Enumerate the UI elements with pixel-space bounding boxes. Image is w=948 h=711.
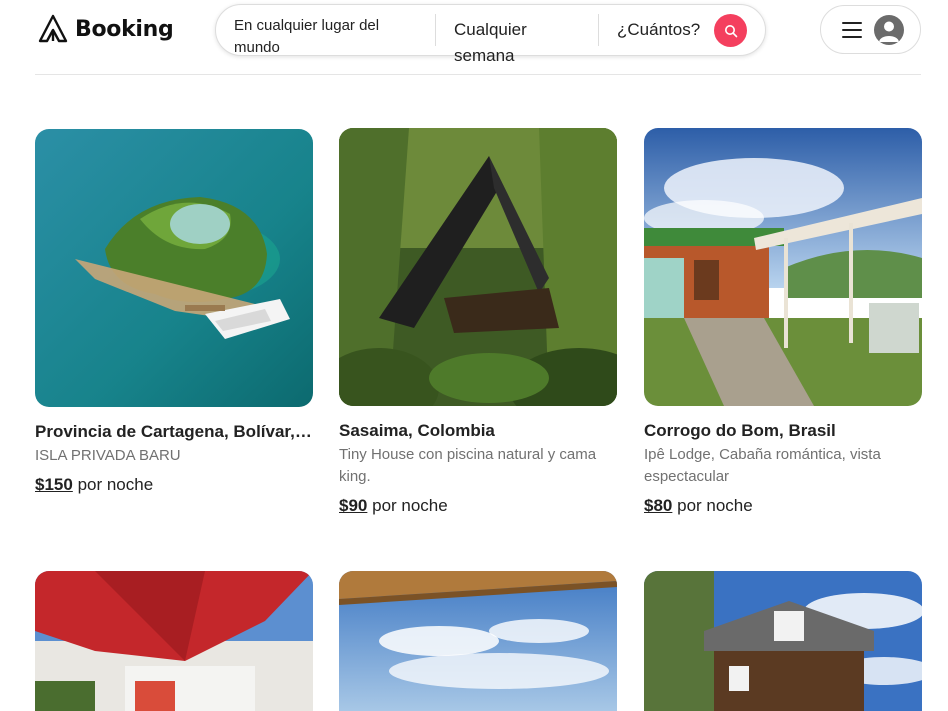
hamburger-icon <box>842 22 862 38</box>
listing-subtitle: Tiny House con piscina natural y cama ki… <box>339 446 597 485</box>
listing-price: $80 por noche <box>644 495 922 517</box>
search-divider <box>598 14 599 46</box>
listing-card[interactable] <box>339 571 617 711</box>
search-when[interactable]: Cualquier semana <box>454 17 564 69</box>
search-divider <box>435 14 436 46</box>
brand-logo[interactable]: Booking <box>37 13 174 45</box>
brand-name: Booking <box>75 16 174 42</box>
listing-price: $90 por noche <box>339 495 617 517</box>
user-avatar-icon <box>874 15 904 45</box>
listing-photo[interactable] <box>644 571 922 711</box>
listing-title: Sasaima, Colombia <box>339 421 495 440</box>
listing-card[interactable]: Provincia de Cartagena, Bolívar, Colombi… <box>35 129 313 496</box>
listing-card[interactable]: Corrogo do Bom, Brasil Ipê Lodge, Cabaña… <box>644 128 922 517</box>
price-suffix: por noche <box>372 496 448 515</box>
listing-photo[interactable] <box>644 128 922 406</box>
user-menu-button[interactable] <box>820 5 921 54</box>
search-button[interactable] <box>714 14 747 47</box>
listing-card[interactable]: Sasaima, Colombia Tiny House con piscina… <box>339 128 617 517</box>
price-suffix: por noche <box>77 475 154 494</box>
listing-photo[interactable] <box>35 129 313 407</box>
listing-card[interactable] <box>644 571 922 711</box>
price-amount: $80 <box>644 496 673 515</box>
search-guests[interactable]: ¿Cuántos? <box>617 19 700 41</box>
top-navbar: Booking En cualquier lugar del mundo Cua… <box>0 0 948 75</box>
search-where[interactable]: En cualquier lugar del mundo <box>234 15 414 59</box>
listing-card[interactable] <box>35 571 313 711</box>
price-suffix: por noche <box>677 496 753 515</box>
listing-subtitle: ISLA PRIVADA BARU <box>35 447 181 464</box>
listing-subtitle: Ipê Lodge, Cabaña romántica, vista espec… <box>644 446 881 485</box>
listing-title: Provincia de Cartagena, Bolívar, Colombi… <box>35 422 313 441</box>
listing-photo[interactable] <box>339 571 617 711</box>
price-amount: $90 <box>339 496 368 515</box>
booking-logo-icon <box>38 14 68 43</box>
search-bar[interactable]: En cualquier lugar del mundo Cualquier s… <box>215 4 766 65</box>
price-amount: $150 <box>35 475 73 494</box>
listing-price: $150 por noche <box>35 474 313 496</box>
header-divider <box>35 74 921 75</box>
listing-title: Corrogo do Bom, Brasil <box>644 421 836 440</box>
search-icon <box>724 24 737 37</box>
listing-photo[interactable] <box>35 571 313 711</box>
listing-photo[interactable] <box>339 128 617 406</box>
